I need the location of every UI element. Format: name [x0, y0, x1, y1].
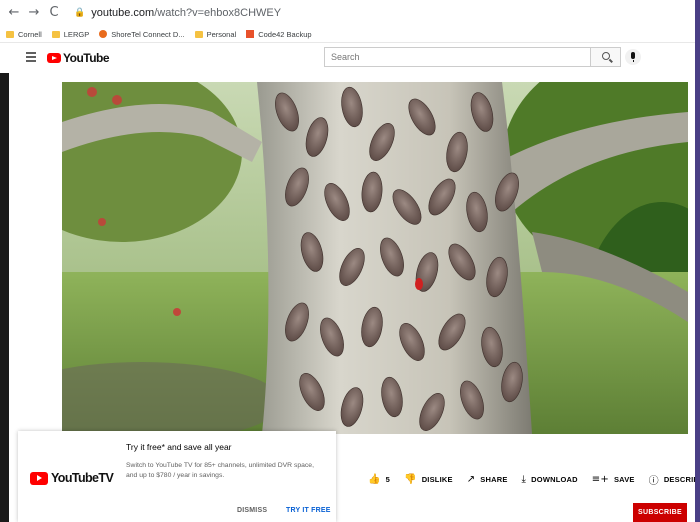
share-button[interactable]: ↗ SHARE: [467, 474, 508, 485]
bookmark-label: Code42 Backup: [258, 29, 312, 39]
address-bar-row: ← → C 🔒 youtube.com/watch?v=ehbox8CHWEY: [0, 0, 695, 26]
folder-icon: [6, 30, 14, 38]
bookmark-label: ShoreTel Connect D...: [111, 29, 185, 39]
try-it-free-button[interactable]: TRY IT FREE: [286, 507, 331, 514]
share-label: SHARE: [480, 474, 508, 484]
like-button[interactable]: 👍 5: [368, 474, 390, 485]
url-field[interactable]: 🔒 youtube.com/watch?v=ehbox8CHWEY: [66, 4, 289, 22]
bookmarks-bar: Cornell LERGP ShoreTel Connect D... Pers…: [0, 26, 695, 43]
promo-body: Switch to YouTube TV for 85+ channels, u…: [126, 462, 314, 479]
code42-icon: [246, 30, 255, 38]
like-count: 5: [385, 474, 391, 484]
menu-icon[interactable]: [26, 52, 36, 62]
thumbs-down-icon: 👎: [404, 473, 417, 485]
desktop-background: ← → C 🔒 youtube.com/watch?v=ehbox8CHWEY …: [0, 0, 700, 522]
youtube-play-icon: [30, 471, 48, 485]
folder-icon: [51, 30, 60, 38]
search-icon: [602, 52, 610, 60]
back-arrow-icon[interactable]: ←: [6, 5, 22, 21]
folder-icon: [194, 30, 203, 38]
bookmark-personal[interactable]: Personal: [194, 29, 237, 39]
youtube-logo[interactable]: YouTube: [47, 51, 110, 65]
playlist-add-icon: ≡+: [591, 473, 609, 485]
youtube-tv-promo: YouTubeTV Try it free* and save all year…: [18, 431, 336, 522]
subscribe-button[interactable]: SUBSCRIBE: [633, 503, 687, 522]
youtube-tv-logo-text: YouTubeTV: [51, 471, 114, 485]
info-icon: ⓘ: [648, 475, 659, 487]
youtube-logo-text: YouTube: [63, 51, 110, 65]
url-path: /watch?v=ehbox8CHWEY: [154, 7, 282, 19]
browser-window: ← → C 🔒 youtube.com/watch?v=ehbox8CHWEY …: [0, 0, 695, 522]
video-frame: [62, 82, 688, 434]
youtube-tv-logo: YouTubeTV: [30, 471, 114, 485]
dislike-label: DISLIKE: [421, 474, 453, 484]
reload-icon[interactable]: C: [46, 5, 62, 21]
download-label: DOWNLOAD: [531, 474, 578, 484]
description-label: DESCRIPTION: [663, 474, 695, 484]
save-label: SAVE: [613, 474, 635, 484]
dislike-button[interactable]: 👎 DISLIKE: [404, 474, 453, 485]
description-button[interactable]: ⓘ DESCRIPTION: [649, 472, 695, 487]
url-host: youtube.com: [91, 7, 155, 19]
forward-arrow-icon[interactable]: →: [26, 5, 42, 21]
download-button[interactable]: ⤓ DOWNLOAD: [522, 474, 578, 485]
bookmark-label: LERGP: [63, 29, 90, 39]
left-edge-shadow: [0, 73, 9, 522]
bookmark-lergp[interactable]: LERGP: [51, 29, 90, 39]
mic-icon: [631, 52, 635, 59]
youtube-play-icon: [47, 53, 61, 63]
video-player[interactable]: [62, 82, 688, 434]
search-input[interactable]: Search: [324, 47, 590, 67]
share-icon: ↗: [466, 473, 476, 485]
lock-icon: 🔒: [74, 8, 86, 18]
promo-logo-panel: YouTubeTV: [18, 431, 114, 522]
bookmark-code42[interactable]: Code42 Backup: [246, 29, 312, 39]
dismiss-button[interactable]: DISMISS: [237, 507, 267, 514]
voice-search-button[interactable]: [625, 49, 641, 65]
bookmark-label: Cornell: [18, 29, 42, 39]
bookmark-cornell[interactable]: Cornell: [6, 30, 42, 39]
promo-title: Try it free* and save all year: [126, 442, 232, 452]
video-actions-bar: 👍 5 👎 DISLIKE ↗ SHARE ⤓ DOWNLOAD ≡+ SAVE ⓘ DES…: [368, 471, 695, 487]
bookmark-shoretel[interactable]: ShoreTel Connect D...: [99, 29, 185, 39]
save-button[interactable]: ≡+ SAVE: [592, 474, 635, 485]
youtube-header: YouTube Search: [0, 43, 695, 73]
thumbs-up-icon: 👍: [368, 473, 381, 485]
download-icon: ⤓: [521, 473, 527, 485]
search-button[interactable]: [590, 47, 621, 67]
bookmark-label: Personal: [206, 29, 237, 39]
shoretel-icon: [99, 30, 108, 38]
